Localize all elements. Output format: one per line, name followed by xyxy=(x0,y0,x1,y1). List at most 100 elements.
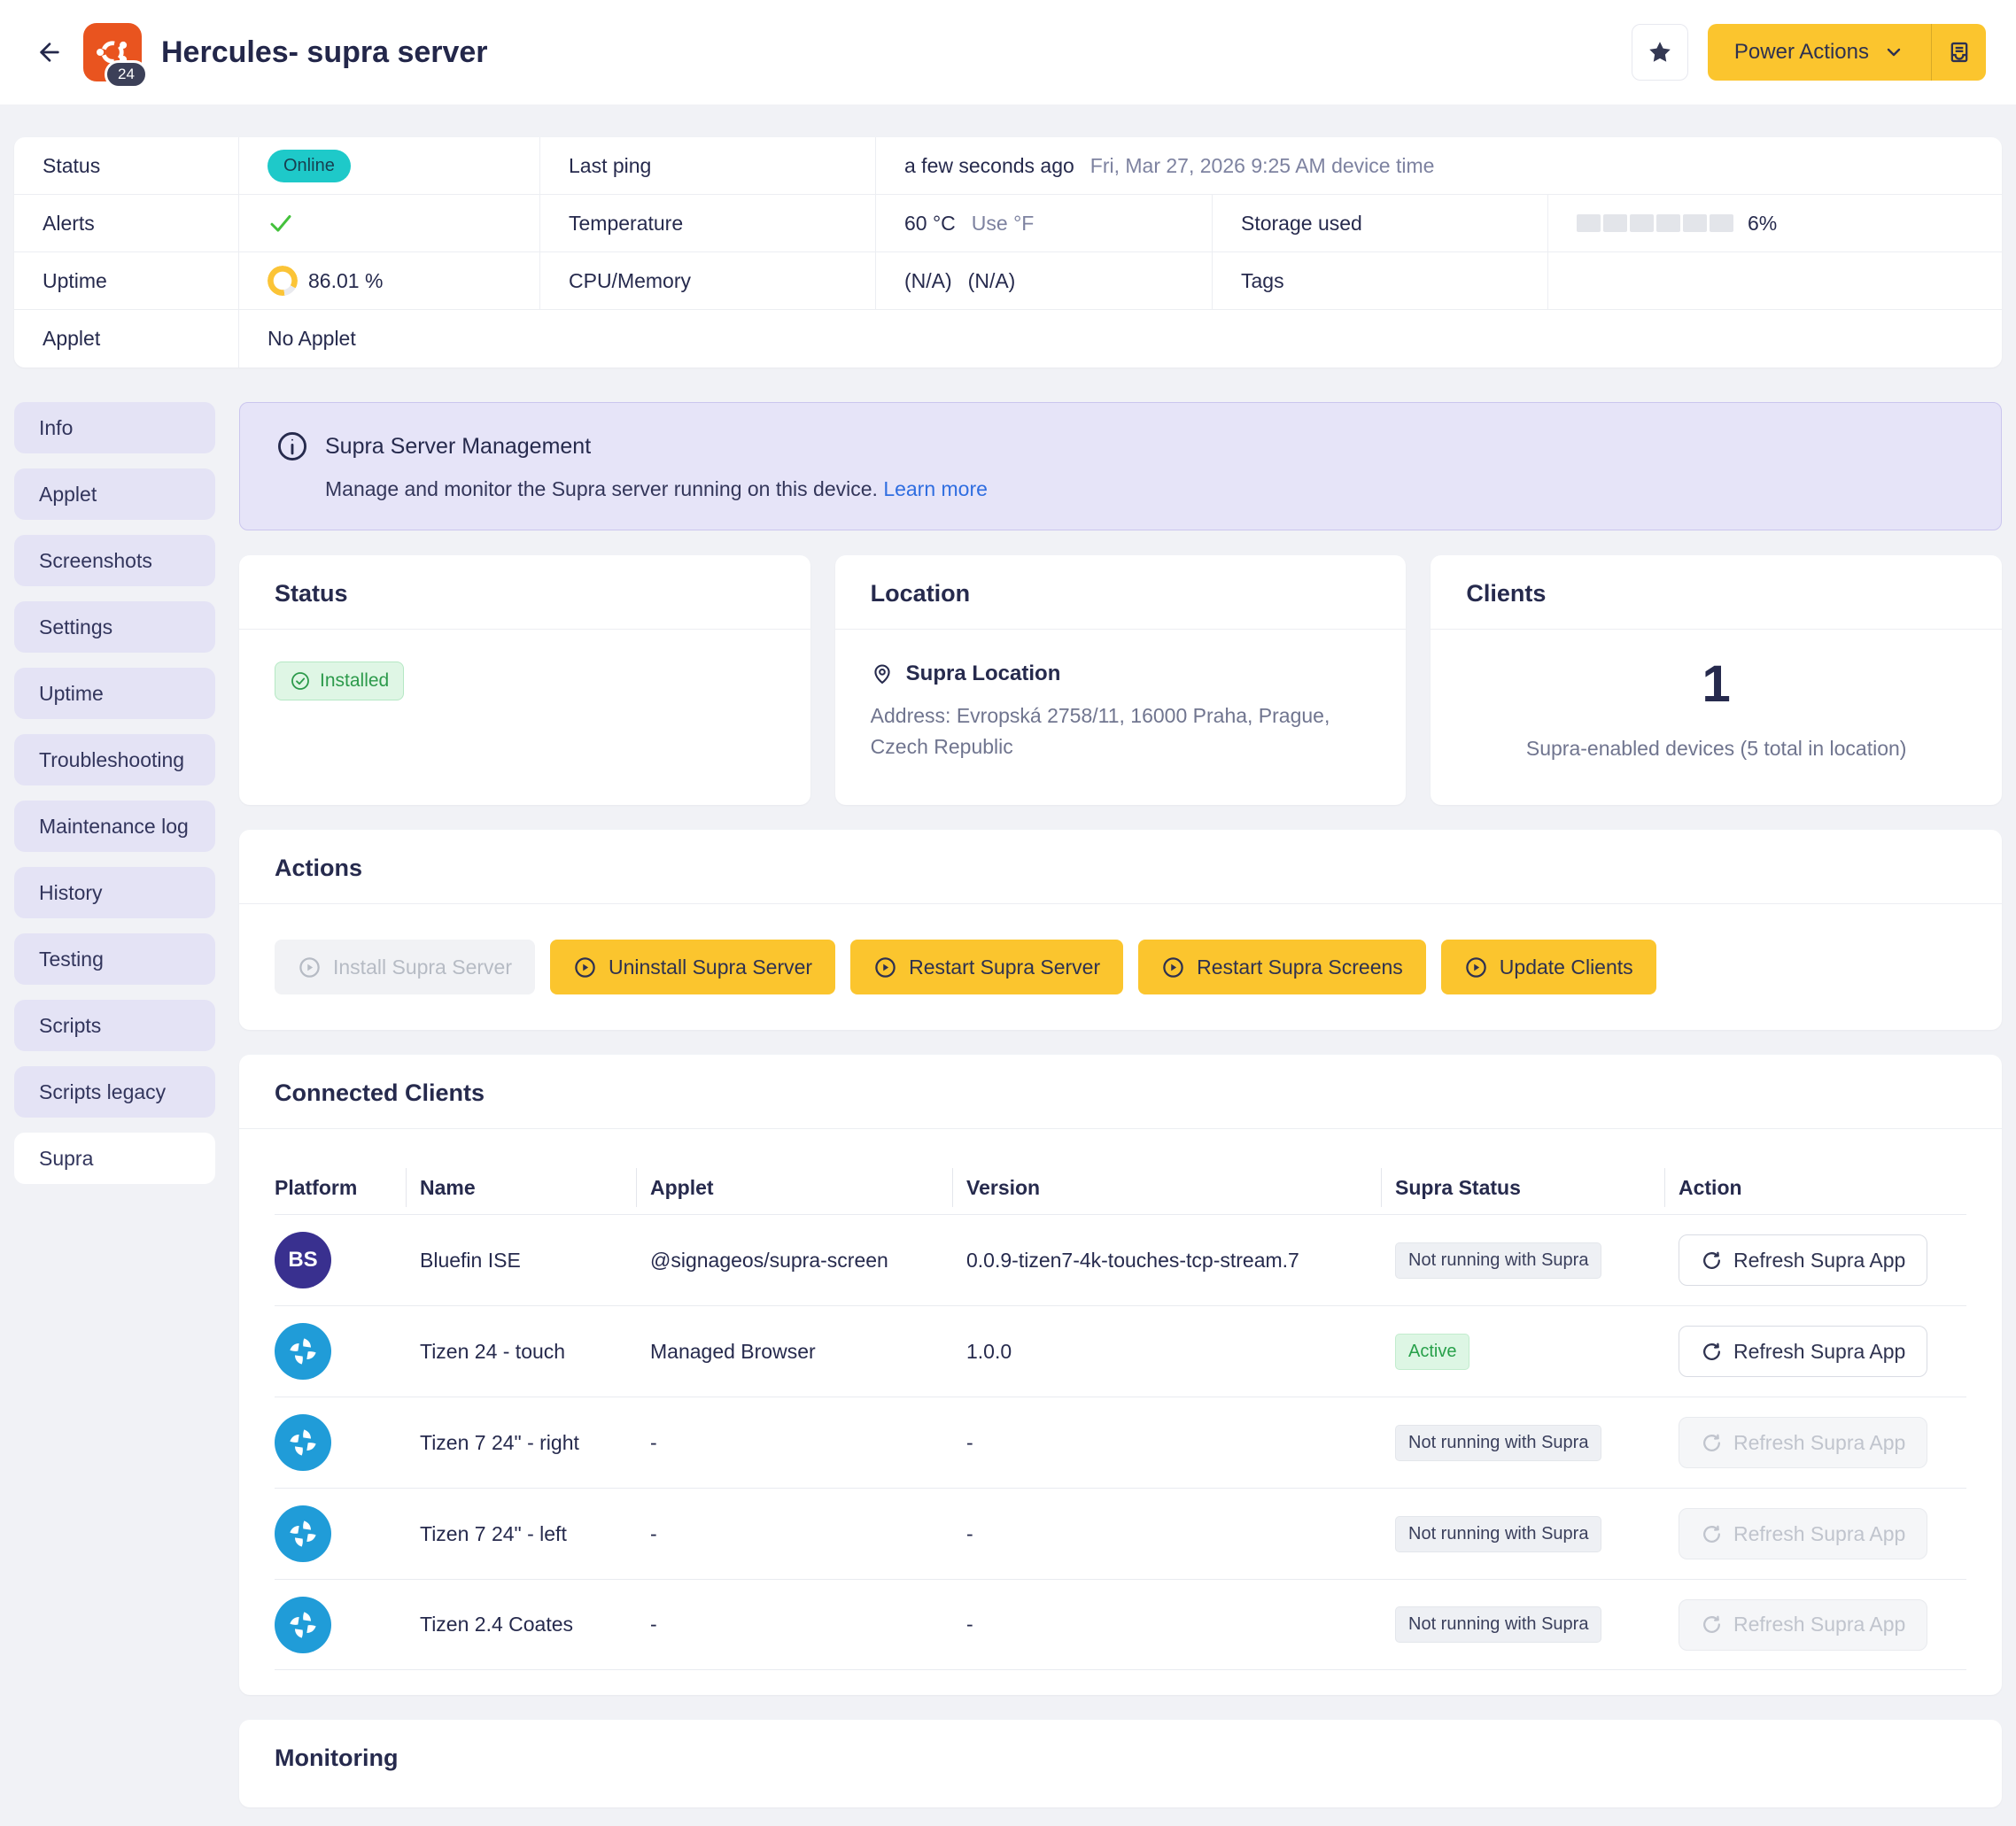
status-label: Status xyxy=(14,137,238,194)
installed-badge: Installed xyxy=(275,662,404,700)
sidebar-item-settings[interactable]: Settings xyxy=(14,601,215,653)
monitoring-card: Monitoring xyxy=(239,1720,2002,1807)
cpu-value: (N/A) xyxy=(904,269,952,293)
applet-label: Applet xyxy=(14,310,238,368)
refresh-icon xyxy=(1701,1250,1723,1272)
applet-value: No Applet xyxy=(238,310,2002,368)
check-circle-icon xyxy=(290,670,311,692)
sidebar-item-troubleshooting[interactable]: Troubleshooting xyxy=(14,734,215,785)
sidebar-item-scripts-legacy[interactable]: Scripts legacy xyxy=(14,1066,215,1118)
memory-value: (N/A) xyxy=(968,269,1016,293)
column-header-supra-status: Supra Status xyxy=(1381,1176,1664,1200)
refresh-supra-app-button[interactable]: Refresh Supra App xyxy=(1679,1234,1927,1286)
update-clients-button[interactable]: Update Clients xyxy=(1441,940,1656,994)
client-applet: Managed Browser xyxy=(636,1340,952,1364)
table-row: Tizen 7 24" - right - - Not running with… xyxy=(275,1397,1966,1488)
sidebar-item-applet[interactable]: Applet xyxy=(14,468,215,520)
refresh-supra-app-button[interactable]: Refresh Supra App xyxy=(1679,1326,1927,1377)
supra-status-card-title: Status xyxy=(239,555,810,630)
sidebar-item-supra[interactable]: Supra xyxy=(14,1133,215,1184)
tags-label: Tags xyxy=(1212,252,1547,309)
install-supra-server-label: Install Supra Server xyxy=(333,956,512,979)
cpu-memory-label: CPU/Memory xyxy=(539,252,875,309)
sidebar-item-screenshots[interactable]: Screenshots xyxy=(14,535,215,586)
refresh-supra-app-button[interactable]: Refresh Supra App xyxy=(1679,1508,1927,1559)
sidebar-item-maintenance-log[interactable]: Maintenance log xyxy=(14,801,215,852)
report-icon xyxy=(1947,40,1972,65)
sidebar-item-uptime[interactable]: Uptime xyxy=(14,668,215,719)
tizen-platform-icon xyxy=(275,1414,331,1471)
play-circle-icon xyxy=(1161,956,1185,979)
device-summary-table: Status Online Last ping a few seconds ag… xyxy=(14,137,2002,368)
client-version: - xyxy=(952,1613,1381,1636)
location-name: Supra Location xyxy=(906,662,1061,686)
supra-info-banner: Supra Server Management Manage and monit… xyxy=(239,402,2002,530)
table-row: BS Bluefin ISE @signageos/supra-screen 0… xyxy=(275,1214,1966,1305)
client-applet: - xyxy=(636,1431,952,1455)
connected-clients-title: Connected Clients xyxy=(239,1055,2002,1129)
temperature-unit-toggle[interactable]: Use °F xyxy=(972,212,1035,236)
temperature-value-cell: 60 °CUse °F xyxy=(875,195,1212,251)
refresh-supra-app-label: Refresh Supra App xyxy=(1733,1249,1905,1273)
tizen-platform-icon xyxy=(275,1597,331,1653)
tizen-platform-icon xyxy=(275,1505,331,1562)
power-actions-label: Power Actions xyxy=(1734,40,1869,65)
tags-value-cell xyxy=(1547,252,2002,309)
uninstall-supra-server-label: Uninstall Supra Server xyxy=(609,956,812,979)
refresh-supra-app-label: Refresh Supra App xyxy=(1733,1340,1905,1364)
refresh-supra-app-button[interactable]: Refresh Supra App xyxy=(1679,1417,1927,1468)
favorite-button[interactable] xyxy=(1632,24,1688,81)
clients-caption: Supra-enabled devices (5 total in locati… xyxy=(1526,737,1907,761)
refresh-icon xyxy=(1701,1613,1723,1636)
chevron-down-icon xyxy=(1883,42,1904,63)
back-button[interactable] xyxy=(30,33,69,72)
table-row: Tizen 24 - touch Managed Browser 1.0.0 A… xyxy=(275,1305,1966,1397)
uninstall-supra-server-button[interactable]: Uninstall Supra Server xyxy=(550,940,835,994)
power-actions-button[interactable]: Power Actions xyxy=(1708,24,1931,81)
client-name: Tizen 2.4 Coates xyxy=(406,1613,636,1636)
topbar: 24 Hercules- supra server Power Actions xyxy=(0,0,2016,104)
last-ping-label: Last ping xyxy=(539,137,875,194)
client-version: - xyxy=(952,1522,1381,1546)
column-header-name: Name xyxy=(406,1176,636,1200)
device-count-badge: 24 xyxy=(105,60,148,89)
client-version: 0.0.9-tizen7-4k-touches-tcp-stream.7 xyxy=(952,1249,1381,1273)
check-icon xyxy=(268,210,294,236)
clients-card: Clients 1 Supra-enabled devices (5 total… xyxy=(1431,555,2002,805)
table-row: Tizen 7 24" - left - - Not running with … xyxy=(275,1488,1966,1579)
last-ping-device-time: Fri, Mar 27, 2026 9:25 AM device time xyxy=(1090,154,1435,178)
online-badge: Online xyxy=(268,150,351,182)
refresh-supra-app-button[interactable]: Refresh Supra App xyxy=(1679,1599,1927,1651)
sidebar-item-info[interactable]: Info xyxy=(14,402,215,453)
column-header-version: Version xyxy=(952,1176,1381,1200)
power-actions-split-button: Power Actions xyxy=(1708,24,1986,81)
power-log-button[interactable] xyxy=(1931,24,1986,81)
connected-clients-table: Platform Name Applet Version Supra Statu… xyxy=(275,1161,1966,1670)
client-version: - xyxy=(952,1431,1381,1455)
sidebar-item-testing[interactable]: Testing xyxy=(14,933,215,985)
sidebar-item-scripts[interactable]: Scripts xyxy=(14,1000,215,1051)
banner-title: Supra Server Management xyxy=(325,434,591,460)
client-name: Tizen 24 - touch xyxy=(406,1340,636,1364)
device-logo: 24 xyxy=(83,23,142,81)
star-icon xyxy=(1647,39,1673,66)
install-supra-server-button[interactable]: Install Supra Server xyxy=(275,940,535,994)
table-header-row: Platform Name Applet Version Supra Statu… xyxy=(275,1161,1966,1214)
restart-supra-server-button[interactable]: Restart Supra Server xyxy=(850,940,1123,994)
storage-progress-bar xyxy=(1577,214,1733,232)
supra-status-badge: Not running with Supra xyxy=(1395,1606,1601,1643)
tizen-platform-icon xyxy=(275,1323,331,1380)
location-card-title: Location xyxy=(835,555,1407,630)
learn-more-link[interactable]: Learn more xyxy=(883,477,988,500)
play-circle-icon xyxy=(298,956,322,979)
restart-supra-server-label: Restart Supra Server xyxy=(909,956,1100,979)
uptime-value: 86.01 % xyxy=(308,269,383,293)
client-name: Tizen 7 24" - left xyxy=(406,1522,636,1546)
sidebar-item-history[interactable]: History xyxy=(14,867,215,918)
client-name: Tizen 7 24" - right xyxy=(406,1431,636,1455)
play-circle-icon xyxy=(573,956,597,979)
location-card: Location Supra Location Address: Evropsk… xyxy=(835,555,1407,805)
summary-row-uptime: Uptime 86.01 % CPU/Memory (N/A)(N/A) Tag… xyxy=(14,252,2002,310)
restart-supra-screens-button[interactable]: Restart Supra Screens xyxy=(1138,940,1426,994)
supra-status-badge: Active xyxy=(1395,1334,1469,1370)
